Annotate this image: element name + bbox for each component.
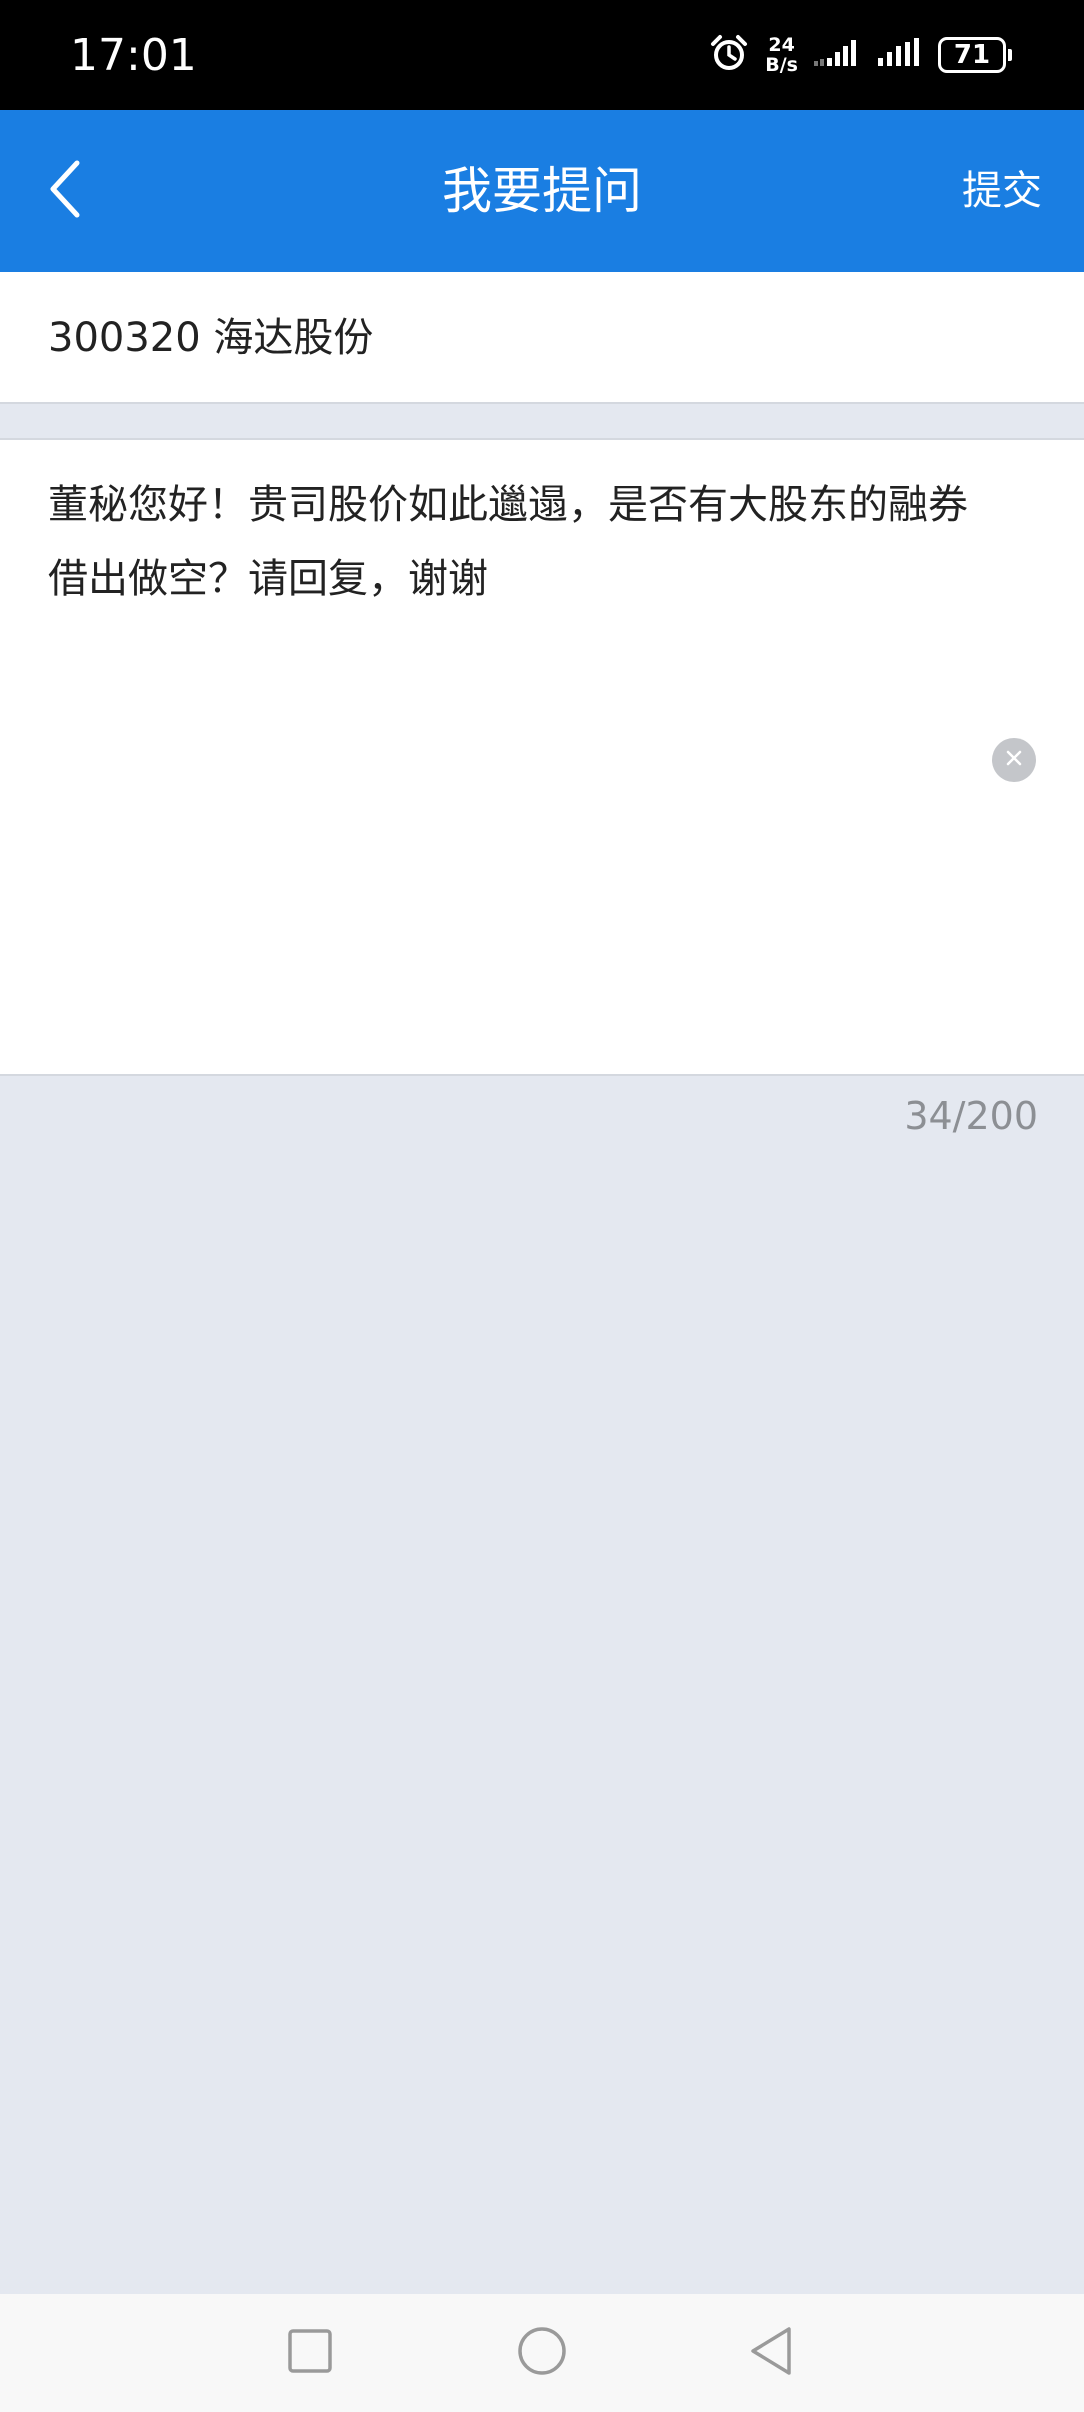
char-counter: 34/200 xyxy=(904,1094,1038,1138)
status-time: 17:01 xyxy=(70,30,197,81)
header-bar: 我要提问 提交 xyxy=(0,110,1084,272)
back-triangle-icon xyxy=(745,2324,799,2382)
net-speed-unit: B/s xyxy=(765,54,798,76)
system-nav-bar xyxy=(0,2294,1084,2412)
stock-label: 300320 海达股份 xyxy=(48,315,374,361)
home-button[interactable] xyxy=(512,2323,572,2383)
battery-level: 71 xyxy=(953,40,991,70)
signal-icon xyxy=(814,36,860,74)
home-circle-icon xyxy=(515,2324,569,2382)
net-speed-value: 24 xyxy=(768,34,795,56)
recents-square-icon xyxy=(285,2326,335,2380)
question-input[interactable]: 董秘您好！贵司股价如此邋遢，是否有大股东的融券借出做空？请回复，谢谢 xyxy=(0,438,1084,1076)
question-text[interactable]: 董秘您好！贵司股价如此邋遢，是否有大股东的融券借出做空？请回复，谢谢 xyxy=(48,468,968,616)
submit-button[interactable]: 提交 xyxy=(962,110,1042,272)
clear-button[interactable] xyxy=(992,738,1036,782)
status-bar: 17:01 24 B/s 71 xyxy=(0,0,1084,110)
signal-icon xyxy=(876,36,922,74)
alarm-icon xyxy=(709,33,749,77)
recents-button[interactable] xyxy=(280,2323,340,2383)
net-speed-indicator: 24 B/s xyxy=(765,35,798,75)
close-icon xyxy=(1004,748,1024,772)
page-title: 我要提问 xyxy=(442,162,642,220)
status-icons: 24 B/s 71 xyxy=(709,30,1012,80)
back-nav-button[interactable] xyxy=(742,2323,802,2383)
battery-icon: 71 xyxy=(938,37,1012,73)
stock-selector[interactable]: 300320 海达股份 xyxy=(0,272,1084,404)
